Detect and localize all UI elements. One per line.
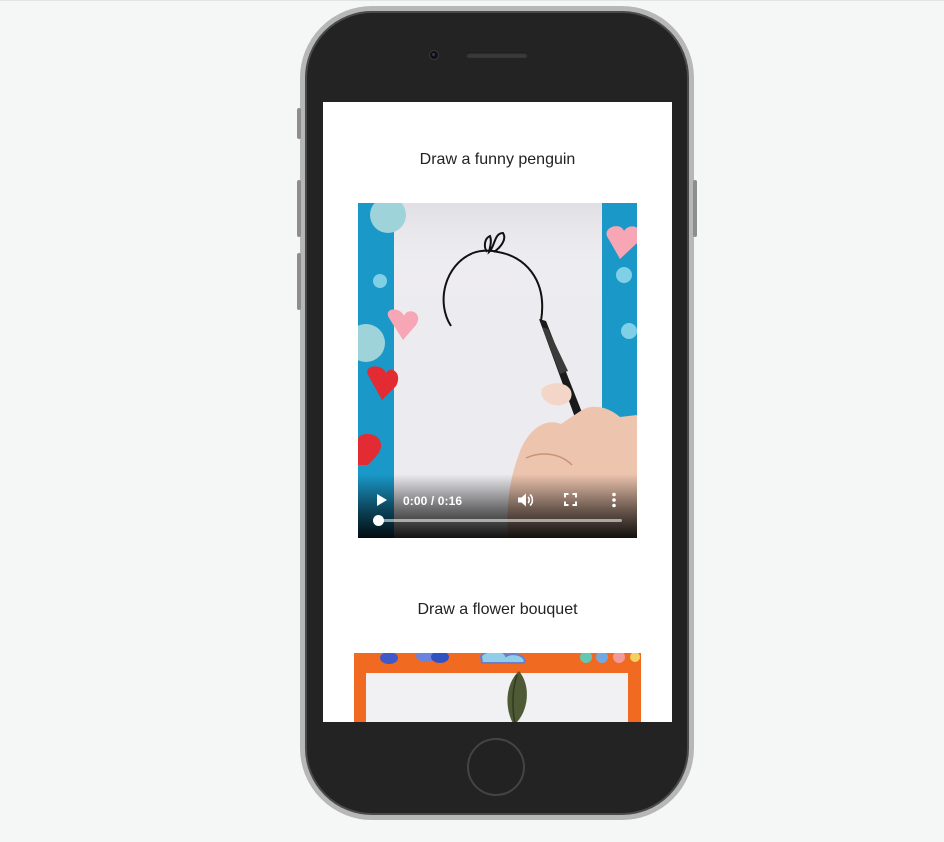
more-options-icon[interactable] bbox=[611, 492, 617, 508]
video-player-flower-bouquet[interactable] bbox=[354, 653, 641, 722]
video-title-flower-bouquet: Draw a flower bouquet bbox=[417, 601, 578, 618]
fullscreen-icon[interactable] bbox=[564, 493, 577, 506]
mute-switch bbox=[297, 108, 301, 139]
video-player-penguin[interactable]: 0:00 / 0:16 bbox=[358, 203, 637, 538]
power-button bbox=[693, 180, 697, 237]
volume-up-button bbox=[297, 180, 301, 237]
page-top-border bbox=[0, 0, 944, 1]
video-controls-bar: 0:00 / 0:16 bbox=[358, 474, 637, 538]
video-progress-thumb[interactable] bbox=[373, 515, 384, 526]
earpiece-speaker bbox=[466, 52, 528, 58]
play-icon[interactable] bbox=[376, 493, 388, 507]
video-progress-bar[interactable] bbox=[373, 515, 622, 526]
volume-down-button bbox=[297, 253, 301, 310]
front-camera bbox=[430, 51, 438, 59]
phone-screen: Draw a funny penguin 0:00 / 0:16 Draw a … bbox=[323, 102, 672, 722]
home-button[interactable] bbox=[467, 738, 525, 796]
video-time-display: 0:00 / 0:16 bbox=[403, 494, 463, 508]
video-title-penguin: Draw a funny penguin bbox=[419, 151, 576, 168]
video-frame-flower-bouquet bbox=[366, 653, 640, 722]
volume-icon[interactable] bbox=[517, 492, 534, 508]
